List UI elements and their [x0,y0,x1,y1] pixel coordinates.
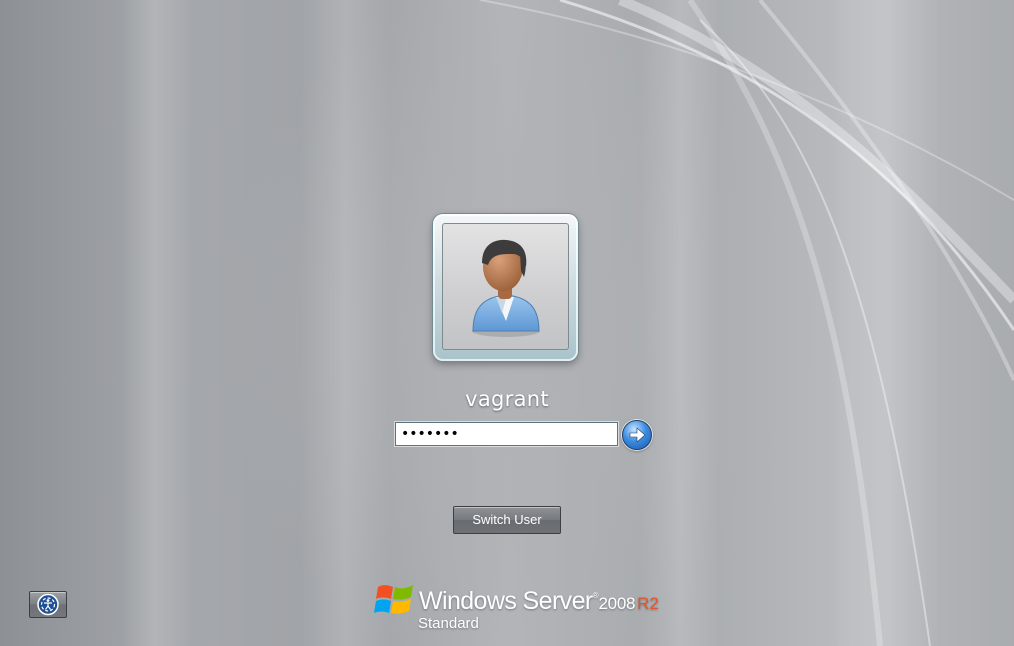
product-version: 2008 [598,594,636,613]
product-edition: Standard [418,615,479,632]
password-field-frame [395,422,618,446]
submit-arrow-button[interactable] [622,420,652,450]
arrow-right-icon [629,427,646,443]
trademark-mark: ® [592,591,599,600]
product-name: Windows Server®2008 R2 [419,587,659,616]
ease-of-access-icon [37,593,59,616]
password-field[interactable] [396,423,617,445]
user-tile-picture [442,223,569,350]
user-tile[interactable] [433,214,578,361]
product-title: Windows Server [419,587,593,615]
switch-user-button[interactable]: Switch User [453,506,561,534]
ease-of-access-button[interactable] [29,591,67,618]
windows-flag-logo [374,585,413,614]
username-label: vagrant [465,387,549,411]
windows-server-branding: Windows Server®2008 R2 Standard [373,577,659,637]
product-release: R2 [637,594,659,613]
user-avatar-icon [472,239,540,337]
